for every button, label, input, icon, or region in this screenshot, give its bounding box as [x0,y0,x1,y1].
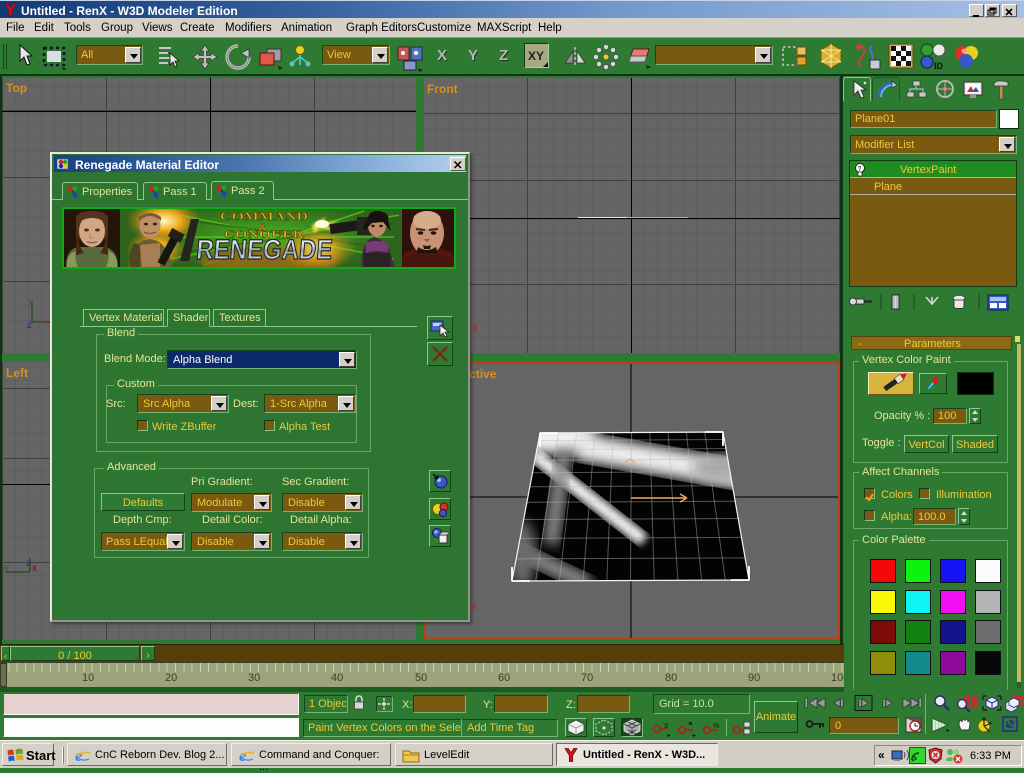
svg-text:x: x [32,563,37,574]
svg-text:COMMAND: COMMAND [220,209,308,223]
svg-text:RENEGADE: RENEGADE [195,234,334,265]
svg-text:ID: ID [934,61,944,71]
svg-text:?: ? [858,166,862,173]
svg-text:y: y [28,296,33,307]
svg-text:z: z [26,558,31,569]
svg-text:%: % [713,723,719,730]
svg-text:z: z [27,320,32,330]
svg-text:y: y [4,562,9,573]
svg-text:3: 3 [664,723,668,730]
